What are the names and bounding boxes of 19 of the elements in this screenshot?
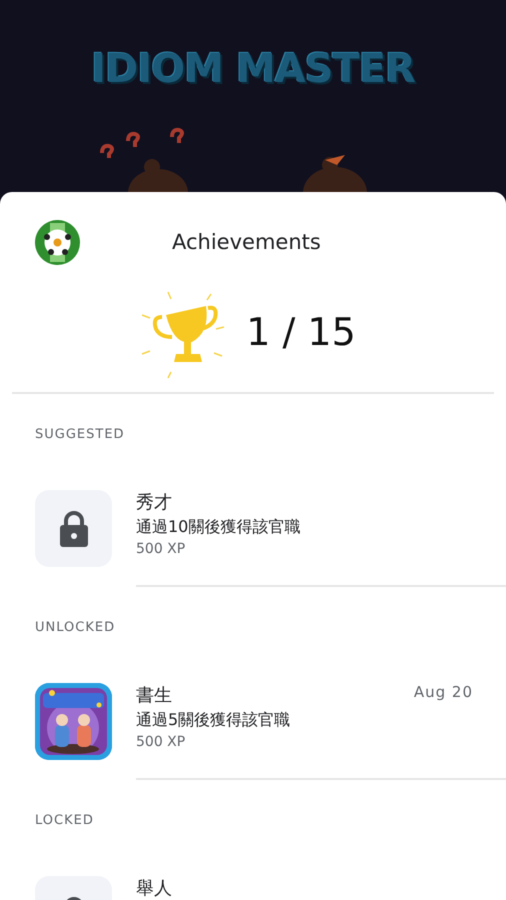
achievement-title: 秀才 xyxy=(136,491,172,514)
soccer-ball-icon xyxy=(35,220,80,264)
lock-icon xyxy=(58,510,88,546)
achievement-count: 1 / 15 xyxy=(246,310,356,354)
achievement-description: 通過10關後獲得該官職 xyxy=(136,517,302,538)
section-label: LOCKED xyxy=(34,812,95,830)
achievement-item[interactable]: 秀才 通過10關後獲得該官職 500 XP xyxy=(0,457,506,585)
game-title: IDIOM MASTER xyxy=(91,46,415,92)
achievement-item[interactable]: 書生 Aug 20 通過5關後獲得該官職 500 XP xyxy=(0,650,506,778)
achievement-description: 通過5關後獲得該官職 xyxy=(136,710,292,731)
unlock-date: Aug 20 xyxy=(414,683,473,703)
section-label: SUGGESTED xyxy=(34,426,126,444)
achievement-title: 書生 xyxy=(136,684,172,707)
xp-reward: 500 XP xyxy=(136,734,186,750)
section-label: UNLOCKED xyxy=(34,619,116,637)
sheet-title: Achievements xyxy=(172,230,321,254)
achievement-item[interactable]: 舉人 xyxy=(0,843,506,900)
xp-reward: 500 XP xyxy=(136,541,186,557)
achievement-title: 舉人 xyxy=(136,877,172,900)
